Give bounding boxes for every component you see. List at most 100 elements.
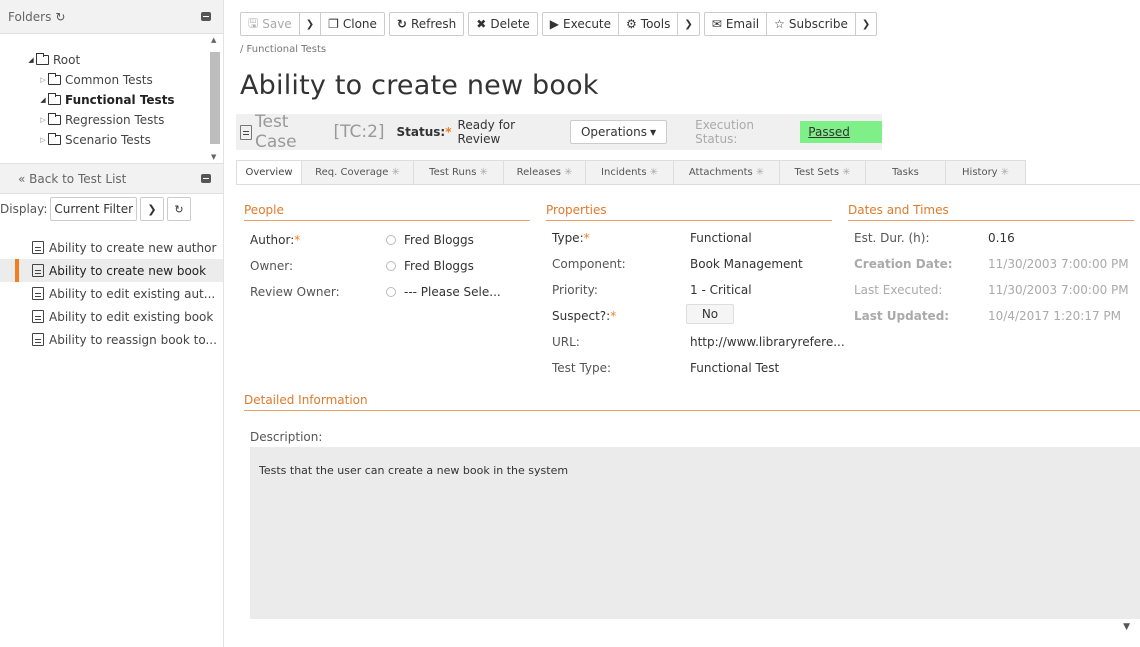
expand-arrow-icon[interactable]: ◢ xyxy=(38,96,48,104)
tab-label: Test Sets xyxy=(794,167,840,178)
expand-arrow-icon[interactable]: ▷ xyxy=(38,116,48,124)
delete-label: Delete xyxy=(490,17,530,31)
scrollbar-thumb[interactable] xyxy=(210,52,220,144)
owner-value: Fred Bloggs xyxy=(404,259,474,273)
collapse-list-icon[interactable] xyxy=(201,174,211,183)
list-item[interactable]: Ability to edit existing book xyxy=(0,305,223,328)
list-item[interactable]: Ability to reassign book to... xyxy=(0,328,223,351)
operations-button[interactable]: Operations ▼ xyxy=(569,120,668,144)
expand-arrow-icon[interactable]: ▷ xyxy=(38,76,48,84)
test-type-value[interactable]: Functional Test xyxy=(690,361,779,375)
tree-node-functional-tests[interactable]: ◢ Functional Tests xyxy=(0,90,223,110)
tab-overview[interactable]: Overview xyxy=(236,160,302,185)
folders-header: Folders ↻ xyxy=(0,0,223,34)
list-item-label: Ability to create new author xyxy=(49,240,217,255)
url-label: URL: xyxy=(552,335,580,349)
folder-tree: ◢ Root ▷ Common Tests ◢ Functional Tests… xyxy=(0,34,223,164)
description-editor[interactable]: Tests that the user can create a new boo… xyxy=(250,447,1140,619)
url-value[interactable]: http://www.libraryrefere... xyxy=(690,335,845,349)
list-item[interactable]: Ability to create new book xyxy=(0,259,223,282)
tab-tasks[interactable]: Tasks xyxy=(866,160,946,185)
play-icon: ▶ xyxy=(549,17,560,31)
suspect-label: Suspect?:* xyxy=(552,309,616,323)
email-button[interactable]: ✉ Email xyxy=(705,13,768,35)
list-item-label: Ability to edit existing book xyxy=(49,309,214,324)
scroll-down-icon[interactable]: ▼ xyxy=(211,153,216,161)
tab-attachments[interactable]: Attachments ✳ xyxy=(674,160,780,185)
save-dropdown-button[interactable]: ❯ xyxy=(300,13,322,35)
est-duration-label: Est. Dur. (h): xyxy=(854,231,930,245)
priority-value[interactable]: 1 - Critical xyxy=(690,283,752,297)
delete-group: ✖ Delete xyxy=(468,12,538,36)
author-field[interactable]: Fred Bloggs xyxy=(386,233,474,247)
radio-icon xyxy=(386,235,396,245)
tab-incidents[interactable]: Incidents ✳ xyxy=(586,160,674,185)
status-value[interactable]: Ready for Review xyxy=(458,118,556,146)
filter-dropdown-button[interactable]: ❯ xyxy=(140,197,165,221)
expand-arrow-icon[interactable]: ◢ xyxy=(26,56,36,64)
author-label: Author:* xyxy=(250,233,300,247)
scroll-up-icon[interactable]: ▲ xyxy=(211,36,216,44)
save-button[interactable]: 🖫 Save xyxy=(241,13,300,35)
execution-status-label: Execution Status: xyxy=(695,118,754,146)
tools-dropdown-button[interactable]: ❯ xyxy=(678,13,698,35)
est-duration-value[interactable]: 0.16 xyxy=(988,231,1015,245)
filter-select[interactable]: Current Filter xyxy=(50,197,138,221)
tab-history[interactable]: History ✳ xyxy=(946,160,1026,185)
left-panel: Folders ↻ ◢ Root ▷ Common Tests ◢ Functi… xyxy=(0,0,224,647)
tree-node-root[interactable]: ◢ Root xyxy=(0,50,223,70)
tree-node-scenario-tests[interactable]: ▷ Scenario Tests xyxy=(0,130,223,150)
delete-button[interactable]: ✖ Delete xyxy=(469,13,537,35)
tab-label: Overview xyxy=(245,167,293,178)
review-owner-field[interactable]: --- Please Sele... xyxy=(386,285,501,299)
expand-arrow-icon[interactable]: ▷ xyxy=(38,136,48,144)
tree-node-label: Functional Tests xyxy=(65,93,175,107)
last-executed-value: 11/30/2003 7:00:00 PM xyxy=(988,283,1129,297)
back-to-test-list-link[interactable]: « Back to Test List xyxy=(18,172,201,186)
tree-node-regression-tests[interactable]: ▷ Regression Tests xyxy=(0,110,223,130)
description-text: Tests that the user can create a new boo… xyxy=(259,464,569,477)
tab-label: Req. Coverage xyxy=(315,167,389,178)
clone-button[interactable]: ❐ Clone xyxy=(321,13,384,35)
last-updated-label: Last Updated: xyxy=(854,309,950,323)
creation-date-value: 11/30/2003 7:00:00 PM xyxy=(988,257,1129,271)
scroll-down-icon[interactable]: ▼ xyxy=(1123,622,1130,632)
suspect-toggle[interactable]: No xyxy=(686,304,734,324)
list-item[interactable]: Ability to create new author xyxy=(0,236,223,259)
tab-req-coverage[interactable]: Req. Coverage ✳ xyxy=(302,160,414,185)
list-item[interactable]: Ability to edit existing aut... xyxy=(0,282,223,305)
required-marker: * xyxy=(294,233,301,247)
tab-releases[interactable]: Releases ✳ xyxy=(504,160,586,185)
refresh-button[interactable]: ↻ Refresh xyxy=(390,13,463,35)
save-group: 🖫 Save ❯ ❐ Clone xyxy=(240,12,385,36)
execute-button[interactable]: ▶ Execute xyxy=(543,13,620,35)
component-value[interactable]: Book Management xyxy=(690,257,803,271)
test-case-heading: Test Case [TC:2] xyxy=(240,112,385,152)
tools-button[interactable]: ⚙ Tools xyxy=(619,13,679,35)
refresh-icon[interactable]: ↻ xyxy=(55,10,65,24)
execution-status-badge[interactable]: Passed xyxy=(800,121,882,143)
chevron-down-icon: ❯ xyxy=(147,202,157,216)
collapse-folders-icon[interactable] xyxy=(201,12,211,21)
toolbar: 🖫 Save ❯ ❐ Clone ↻ Refresh ✖ Delete ▶ Execute… xyxy=(240,12,878,36)
creation-date-label: Creation Date: xyxy=(854,257,953,271)
tab-test-sets[interactable]: Test Sets ✳ xyxy=(780,160,866,185)
list-item-label: Ability to reassign book to... xyxy=(49,332,217,347)
tab-label: Test Runs xyxy=(429,167,477,178)
type-value[interactable]: Functional xyxy=(690,231,752,245)
test-case-icon xyxy=(32,333,44,346)
owner-field[interactable]: Fred Bloggs xyxy=(386,259,474,273)
folder-open-icon xyxy=(48,93,61,105)
page-title: Ability to create new book xyxy=(240,70,599,101)
subscribe-button[interactable]: ☆ Subscribe xyxy=(767,13,856,35)
type-label: Type:* xyxy=(552,231,590,245)
required-marker: * xyxy=(610,309,617,323)
tree-scrollbar[interactable]: ▲ ▼ xyxy=(210,36,220,161)
breadcrumb[interactable]: / Functional Tests xyxy=(240,44,326,55)
tree-node-common-tests[interactable]: ▷ Common Tests xyxy=(0,70,223,90)
dates-heading: Dates and Times xyxy=(848,203,1134,221)
tab-test-runs[interactable]: Test Runs ✳ xyxy=(414,160,504,185)
list-refresh-button[interactable]: ↻ xyxy=(167,197,192,221)
subscribe-dropdown-button[interactable]: ❯ xyxy=(856,13,876,35)
back-header: « Back to Test List xyxy=(0,164,223,194)
